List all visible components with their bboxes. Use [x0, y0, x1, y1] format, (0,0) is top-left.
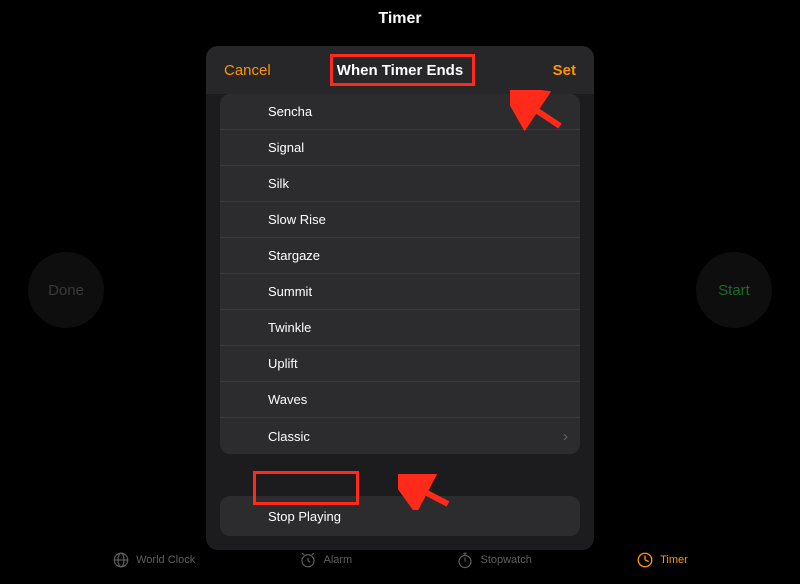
tab-label: World Clock: [136, 554, 195, 566]
stop-playing-label: Stop Playing: [268, 509, 341, 524]
sound-label: Slow Rise: [268, 212, 326, 227]
sound-label: Stargaze: [268, 248, 320, 263]
tab-item[interactable]: Alarm: [299, 551, 352, 569]
sound-item[interactable]: Waves: [220, 382, 580, 418]
sound-item[interactable]: Silk: [220, 166, 580, 202]
set-button[interactable]: Set: [553, 62, 576, 79]
sound-item[interactable]: Summit: [220, 274, 580, 310]
start-button[interactable]: Start: [696, 252, 772, 328]
page-title: Timer: [0, 10, 800, 28]
sound-item[interactable]: Classic ›: [220, 418, 580, 454]
tab-label: Timer: [660, 554, 688, 566]
sound-label: Waves: [268, 392, 307, 407]
tab-item[interactable]: Timer: [636, 551, 688, 569]
sound-item[interactable]: Sencha: [220, 94, 580, 130]
modal-header: Cancel When Timer Ends Set: [206, 46, 594, 94]
sound-label: Uplift: [268, 356, 298, 371]
sound-item[interactable]: Twinkle: [220, 310, 580, 346]
tab-item[interactable]: Stopwatch: [456, 551, 531, 569]
sound-label: Sencha: [268, 104, 312, 119]
sound-item[interactable]: Signal: [220, 130, 580, 166]
tab-label: Stopwatch: [480, 554, 531, 566]
stop-playing-button[interactable]: Stop Playing: [220, 496, 580, 536]
tab-item[interactable]: World Clock: [112, 551, 195, 569]
sound-label: Signal: [268, 140, 304, 155]
cancel-button[interactable]: Cancel: [224, 62, 271, 79]
globe-icon: [112, 551, 130, 569]
tab-label: Alarm: [323, 554, 352, 566]
sound-label: Classic: [268, 429, 310, 444]
modal-when-timer-ends: Cancel When Timer Ends Set SenchaSignalS…: [206, 46, 594, 550]
tab-bar: World Clock Alarm Stopwatch Timer: [0, 536, 800, 584]
done-button[interactable]: Done: [28, 252, 104, 328]
chevron-right-icon: ›: [563, 428, 568, 445]
sound-list-container: Sencha Signal Silk Slow Rise Stargaze Summit T…: [206, 94, 594, 482]
sound-item[interactable]: Stargaze: [220, 238, 580, 274]
timer-icon: [636, 551, 654, 569]
sound-label: Summit: [268, 284, 312, 299]
sound-list: Sencha Signal Silk Slow Rise Stargaze Summit T…: [220, 94, 580, 454]
stopwatch-icon: [456, 551, 474, 569]
sound-item[interactable]: Uplift: [220, 346, 580, 382]
sound-label: Twinkle: [268, 320, 311, 335]
sound-label: Silk: [268, 176, 289, 191]
alarm-icon: [299, 551, 317, 569]
sound-item[interactable]: Slow Rise: [220, 202, 580, 238]
